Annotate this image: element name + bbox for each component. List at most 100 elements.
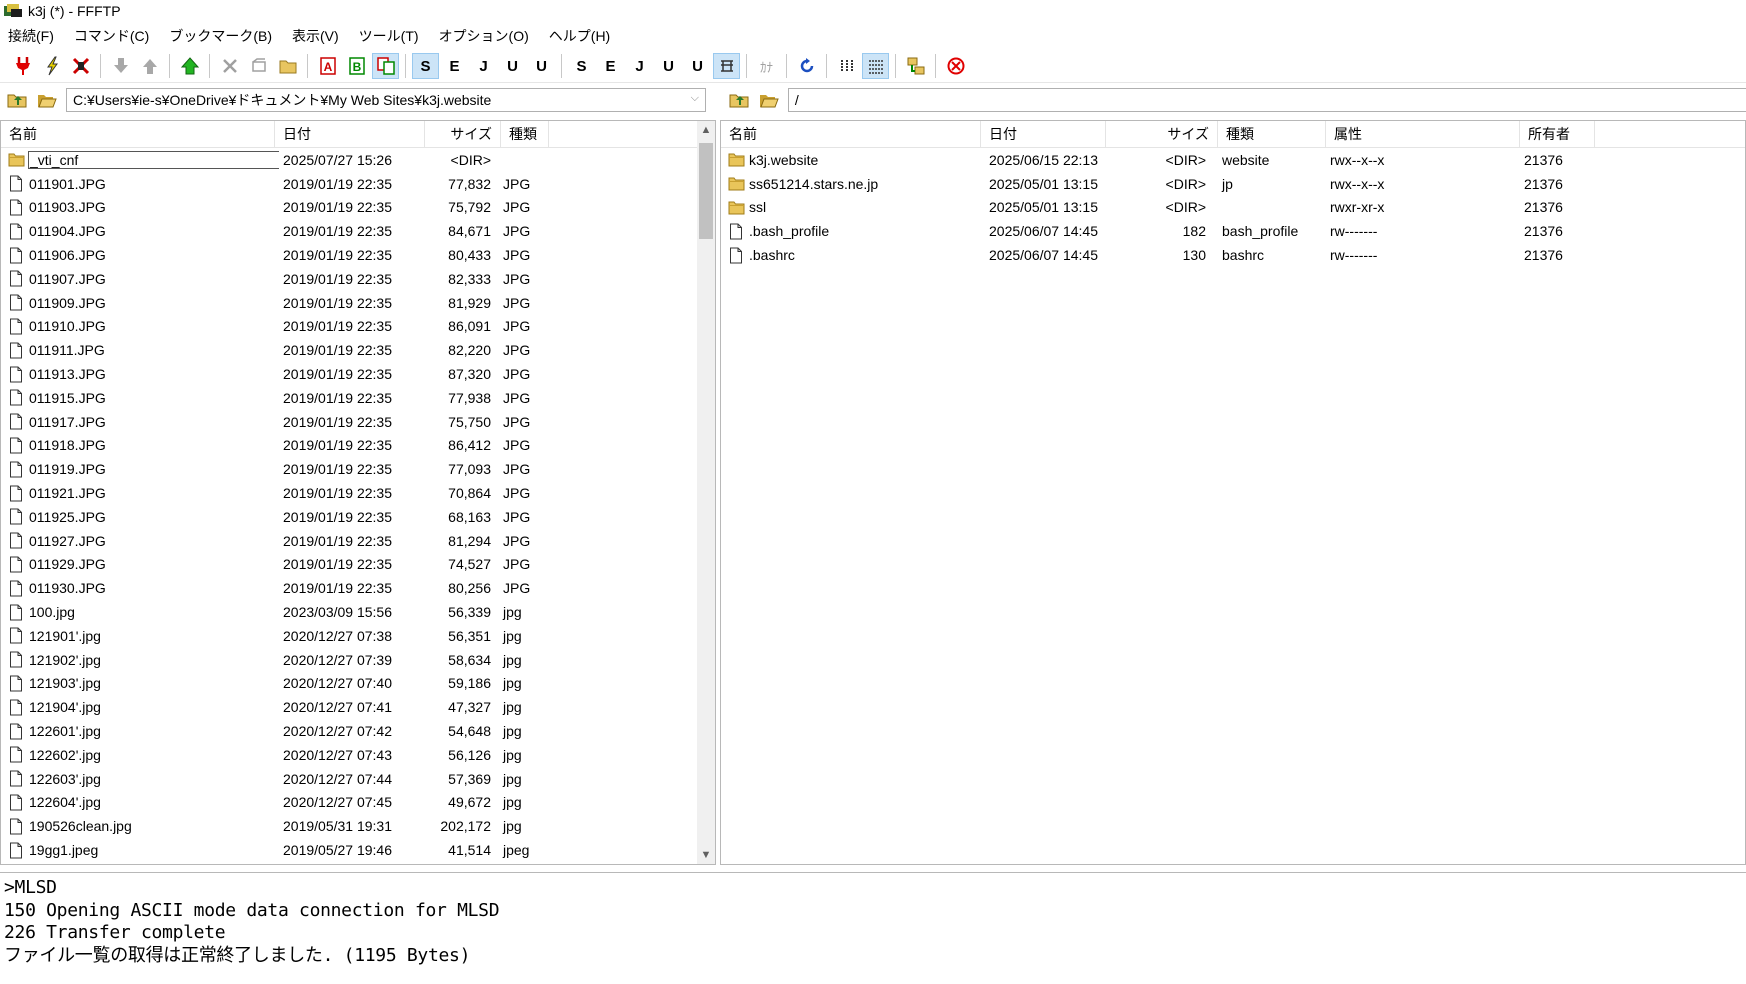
quick-connect-icon[interactable]	[38, 53, 65, 79]
make-folder-icon[interactable]	[274, 53, 301, 79]
connect-icon[interactable]	[9, 53, 36, 79]
file-size: 82,333	[448, 270, 491, 287]
menu-command[interactable]: コマンド(C)	[64, 25, 159, 47]
no-conversion-icon[interactable]	[713, 53, 740, 79]
kana-convert-button[interactable]: ｶﾅ	[753, 53, 780, 79]
rename-icon[interactable]	[245, 53, 272, 79]
host-utf8-button[interactable]: U	[499, 53, 526, 79]
file-row[interactable]: .bashrc 2025/06/07 14:45 130 bashrc rw------…	[721, 243, 1745, 267]
file-row[interactable]: 122604'.jpg 2020/12/27 07:45 49,672 jpg	[1, 791, 715, 815]
local-euc-button[interactable]: E	[597, 53, 624, 79]
file-row[interactable]: 011927.JPG 2019/01/19 22:35 81,294 JPG	[1, 529, 715, 553]
file-row[interactable]: 121904'.jpg 2020/12/27 07:41 47,327 jpg	[1, 695, 715, 719]
file-row[interactable]: ss651214.stars.ne.jp 2025/05/01 13:15 <DIR…	[721, 172, 1745, 196]
local-scrollbar[interactable]: ▲ ▼	[697, 121, 715, 864]
remote-path-input[interactable]: /	[787, 88, 1746, 112]
remote-col-date[interactable]: 日付	[981, 121, 1106, 147]
file-row[interactable]: 121901'.jpg 2020/12/27 07:38 56,351 jpg	[1, 624, 715, 648]
file-type: jpg	[503, 627, 522, 644]
file-row[interactable]: 011917.JPG 2019/01/19 22:35 75,750 JPG	[1, 410, 715, 434]
detail-view-icon[interactable]	[862, 53, 889, 79]
file-row[interactable]: _vti_cnf 2025/07/27 15:26 <DIR>	[1, 148, 715, 172]
remote-col-attr[interactable]: 属性	[1326, 121, 1520, 147]
remote-col-name[interactable]: 名前	[721, 121, 981, 147]
remote-col-size[interactable]: サイズ	[1106, 121, 1218, 147]
file-row[interactable]: 19gg1.jpeg 2019/05/27 19:46 41,514 jpeg	[1, 838, 715, 862]
toolbar-separator	[169, 54, 170, 78]
file-row[interactable]: k3j.website 2025/06/15 22:13 <DIR> website r…	[721, 148, 1745, 172]
file-row[interactable]: 011904.JPG 2019/01/19 22:35 84,671 JPG	[1, 219, 715, 243]
host-sjis-button[interactable]: S	[412, 53, 439, 79]
local-jis-button[interactable]: J	[626, 53, 653, 79]
scroll-thumb[interactable]	[699, 143, 713, 239]
menu-connect[interactable]: 接続(F)	[0, 25, 64, 47]
file-row[interactable]: 121902'.jpg 2020/12/27 07:39 58,634 jpg	[1, 648, 715, 672]
local-col-date[interactable]: 日付	[275, 121, 425, 147]
host-jis-button[interactable]: J	[470, 53, 497, 79]
file-row[interactable]: 011918.JPG 2019/01/19 22:35 86,412 JPG	[1, 434, 715, 458]
remote-file-list[interactable]: 名前 日付 サイズ 種類 属性 所有者 k3j.website 2025/06/1…	[720, 120, 1746, 865]
file-row[interactable]: 011910.JPG 2019/01/19 22:35 86,091 JPG	[1, 315, 715, 339]
file-row[interactable]: 011929.JPG 2019/01/19 22:35 74,527 JPG	[1, 553, 715, 577]
menu-bookmark[interactable]: ブックマーク(B)	[159, 25, 282, 47]
local-file-list[interactable]: 名前 日付 サイズ 種類 _vti_cnf 2025/07/27 15:26 <DI…	[0, 120, 716, 865]
remote-col-owner[interactable]: 所有者	[1520, 121, 1595, 147]
file-row[interactable]: 122602'.jpg 2020/12/27 07:43 56,126 jpg	[1, 743, 715, 767]
list-view-icon[interactable]	[833, 53, 860, 79]
file-row[interactable]: 011915.JPG 2019/01/19 22:35 77,938 JPG	[1, 386, 715, 410]
scroll-up-icon[interactable]: ▲	[697, 121, 715, 139]
file-row[interactable]: 121903'.jpg 2020/12/27 07:40 59,186 jpg	[1, 672, 715, 696]
file-row[interactable]: 011911.JPG 2019/01/19 22:35 82,220 JPG	[1, 338, 715, 362]
host-euc-button[interactable]: E	[441, 53, 468, 79]
file-row[interactable]: 011913.JPG 2019/01/19 22:35 87,320 JPG	[1, 362, 715, 386]
file-row[interactable]: 011903.JPG 2019/01/19 22:35 75,792 JPG	[1, 196, 715, 220]
local-col-type[interactable]: 種類	[501, 121, 549, 147]
sync-folder-icon[interactable]	[902, 53, 929, 79]
file-row[interactable]: 011925.JPG 2019/01/19 22:35 68,163 JPG	[1, 505, 715, 529]
local-col-name[interactable]: 名前	[1, 121, 275, 147]
file-name: 122604'.jpg	[29, 794, 101, 811]
file-row[interactable]: 122601'.jpg 2020/12/27 07:42 54,648 jpg	[1, 719, 715, 743]
file-row[interactable]: 011921.JPG 2019/01/19 22:35 70,864 JPG	[1, 481, 715, 505]
file-icon	[7, 841, 25, 859]
menu-tools[interactable]: ツール(T)	[349, 25, 429, 47]
download-icon[interactable]	[107, 53, 134, 79]
file-row[interactable]: 122603'.jpg 2020/12/27 07:44 57,369 jpg	[1, 767, 715, 791]
binary-mode-icon[interactable]: B	[343, 53, 370, 79]
chevron-down-icon[interactable]: ⌵	[691, 92, 699, 105]
remote-open-folder-icon[interactable]	[756, 88, 782, 112]
local-utf8bom-button[interactable]: U	[684, 53, 711, 79]
file-row[interactable]: 011907.JPG 2019/01/19 22:35 82,333 JPG	[1, 267, 715, 291]
ascii-mode-icon[interactable]: A	[314, 53, 341, 79]
file-row[interactable]: 011909.JPG 2019/01/19 22:35 81,929 JPG	[1, 291, 715, 315]
delete-icon[interactable]	[216, 53, 243, 79]
local-sjis-button[interactable]: S	[568, 53, 595, 79]
file-row[interactable]: 011901.JPG 2019/01/19 22:35 77,832 JPG	[1, 172, 715, 196]
file-row[interactable]: 011930.JPG 2019/01/19 22:35 80,256 JPG	[1, 576, 715, 600]
local-utf8-button[interactable]: U	[655, 53, 682, 79]
scroll-down-icon[interactable]: ▼	[697, 846, 715, 864]
file-row[interactable]: 011919.JPG 2019/01/19 22:35 77,093 JPG	[1, 457, 715, 481]
remote-col-type[interactable]: 種類	[1218, 121, 1326, 147]
file-row[interactable]: ssl 2025/05/01 13:15 <DIR> rwxr-xr-x 21376	[721, 196, 1745, 220]
file-row[interactable]: .bash_profile 2025/06/07 14:45 182 bash_pro…	[721, 219, 1745, 243]
local-open-folder-icon[interactable]	[34, 88, 60, 112]
remote-parent-folder-icon[interactable]	[726, 88, 752, 112]
menu-options[interactable]: オプション(O)	[429, 25, 539, 47]
menu-view[interactable]: 表示(V)	[282, 25, 349, 47]
mirror-upload-icon[interactable]	[176, 53, 203, 79]
menu-help[interactable]: ヘルプ(H)	[539, 25, 620, 47]
local-parent-folder-icon[interactable]	[4, 88, 30, 112]
refresh-icon[interactable]	[793, 53, 820, 79]
file-row[interactable]: 190526clean.jpg 2019/05/31 19:31 202,172 jp…	[1, 814, 715, 838]
local-path-input[interactable]: C:¥Users¥ie-s¥OneDrive¥ドキュメント¥My Web Sit…	[66, 88, 706, 112]
host-utf8bom-button[interactable]: U	[528, 53, 555, 79]
local-col-size[interactable]: サイズ	[425, 121, 501, 147]
disconnect-icon[interactable]	[67, 53, 94, 79]
auto-mode-icon[interactable]	[372, 53, 399, 79]
file-row[interactable]: 100.jpg 2023/03/09 15:56 56,339 jpg	[1, 600, 715, 624]
abort-icon[interactable]	[942, 53, 969, 79]
upload-icon[interactable]	[136, 53, 163, 79]
file-row[interactable]: 011906.JPG 2019/01/19 22:35 80,433 JPG	[1, 243, 715, 267]
file-size: <DIR>	[450, 151, 491, 168]
